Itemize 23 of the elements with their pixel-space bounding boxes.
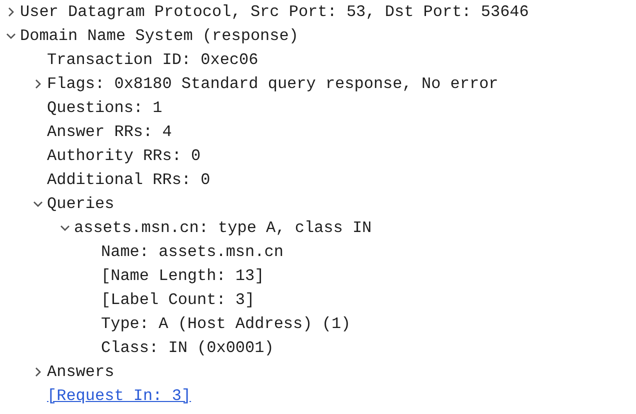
tree-item-label: Transaction ID: 0xec06 <box>47 50 258 71</box>
tree-item-label: Additional RRs: 0 <box>47 170 210 191</box>
tree-item-label: Class: IN (0x0001) <box>101 338 274 359</box>
tree-item-label: assets.msn.cn: type A, class IN <box>74 218 372 239</box>
tree-item-label: Flags: 0x8180 Standard query response, No error <box>47 74 498 95</box>
tree-item-label: User Datagram Protocol, Src Port: 53, Dst Port: 53646 <box>20 2 529 23</box>
chevron-right-icon[interactable] <box>6 7 16 17</box>
chevron-down-icon[interactable] <box>33 199 43 209</box>
request-link[interactable]: [Request In: 3] <box>47 384 192 408</box>
tree-item-label: Answer RRs: 4 <box>47 122 172 143</box>
tree-item-label: Queries <box>47 194 114 215</box>
chevron-right-icon[interactable] <box>33 79 43 89</box>
tree-item-label: [Label Count: 3] <box>101 290 255 311</box>
tree-item-label: [Name Length: 13] <box>101 266 264 287</box>
tree-item-label: Answers <box>47 362 114 383</box>
tree-item-label: Questions: 1 <box>47 98 162 119</box>
tree-item-label: Name: assets.msn.cn <box>101 242 284 263</box>
tree-item-label: Domain Name System (response) <box>20 26 298 47</box>
chevron-down-icon[interactable] <box>6 31 16 41</box>
chevron-down-icon[interactable] <box>60 223 70 233</box>
tree-item-label: Authority RRs: 0 <box>47 146 201 167</box>
chevron-right-icon[interactable] <box>33 367 43 377</box>
tree-item-label: Type: A (Host Address) (1) <box>101 314 351 335</box>
